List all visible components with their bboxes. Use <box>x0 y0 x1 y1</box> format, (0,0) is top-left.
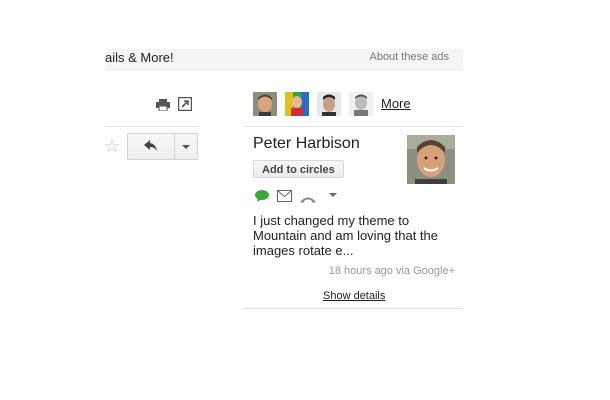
ad-bar: ails & More! About these ads <box>105 49 463 70</box>
more-people-link[interactable]: More <box>381 96 411 111</box>
chevron-down-icon <box>182 145 190 149</box>
profile-name[interactable]: Peter Harbison <box>253 135 360 153</box>
chat-icon[interactable] <box>255 189 269 202</box>
star-icon[interactable]: ☆ <box>104 137 122 155</box>
divider <box>244 308 463 309</box>
chevron-down-icon[interactable] <box>329 193 337 197</box>
profile-photo[interactable] <box>407 135 455 184</box>
post-timestamp: 18 hours ago via Google+ <box>328 265 455 277</box>
ad-text[interactable]: ails & More! <box>105 50 174 65</box>
person-avatar-3[interactable] <box>317 92 341 116</box>
divider <box>105 126 199 127</box>
reply-button-group <box>127 133 198 160</box>
add-to-circles-button[interactable]: Add to circles <box>253 160 344 178</box>
show-details-link[interactable]: Show details <box>323 290 385 302</box>
divider <box>244 126 463 127</box>
reply-arrow-icon <box>144 140 157 151</box>
reply-button[interactable] <box>128 134 175 159</box>
person-avatar-4[interactable] <box>349 92 373 116</box>
phone-icon[interactable] <box>299 191 317 203</box>
mail-icon[interactable] <box>277 189 292 202</box>
about-ads-link[interactable]: About these ads <box>369 51 449 63</box>
open-in-new-window-icon[interactable] <box>177 96 193 112</box>
post-snippet[interactable]: I just changed my theme to Mountain and … <box>253 213 453 258</box>
more-actions-button[interactable] <box>175 134 197 159</box>
person-avatar-2[interactable] <box>285 92 309 116</box>
print-icon[interactable] <box>156 98 170 112</box>
person-avatar-1[interactable] <box>253 92 277 116</box>
